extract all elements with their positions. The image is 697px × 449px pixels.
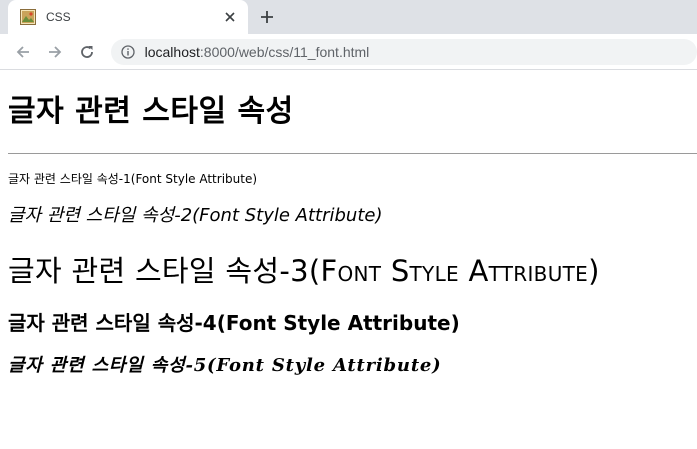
url-path: :8000/web/css/11_font.html xyxy=(199,43,370,60)
page-heading: 글자 관련 스타일 속성 xyxy=(8,94,294,129)
font-sample-1: 글자 관련 스타일 속성-1(Font Style Attribute) xyxy=(8,172,258,186)
info-icon[interactable] xyxy=(120,44,135,59)
font-sample-4: 글자 관련 스타일 속성-4(Font Style Attribute) xyxy=(8,311,460,335)
arrow-right-icon[interactable] xyxy=(45,42,65,62)
horizontal-rule xyxy=(8,153,697,154)
font-sample-5: 글자 관련 스타일 속성-5(Font Style Attribute) xyxy=(8,355,442,376)
arrow-left-icon[interactable] xyxy=(13,42,33,62)
tab-strip: CSS xyxy=(0,0,697,34)
address-bar[interactable]: localhost:8000/web/css/11_font.html xyxy=(110,38,697,65)
browser-chrome: CSS localhost:8000/web/css/11_font.html xyxy=(0,0,697,70)
reload-icon[interactable] xyxy=(77,42,97,62)
page-content: 글자 관련 스타일 속성 글자 관련 스타일 속성-1(Font Style A… xyxy=(0,92,697,378)
url-host: localhost xyxy=(144,43,200,60)
browser-tab[interactable]: CSS xyxy=(8,0,248,34)
font-sample-2: 글자 관련 스타일 속성-2(Font Style Attribute) xyxy=(8,205,383,226)
tab-title: CSS xyxy=(46,10,71,24)
url-text: localhost:8000/web/css/11_font.html xyxy=(145,44,370,60)
close-icon[interactable] xyxy=(222,9,238,25)
font-sample-3: 글자 관련 스타일 속성-3(Font Style Attribute) xyxy=(8,254,600,288)
plus-icon[interactable] xyxy=(258,8,276,26)
browser-toolbar: localhost:8000/web/css/11_font.html xyxy=(0,34,697,70)
image-favicon-icon xyxy=(20,9,36,25)
